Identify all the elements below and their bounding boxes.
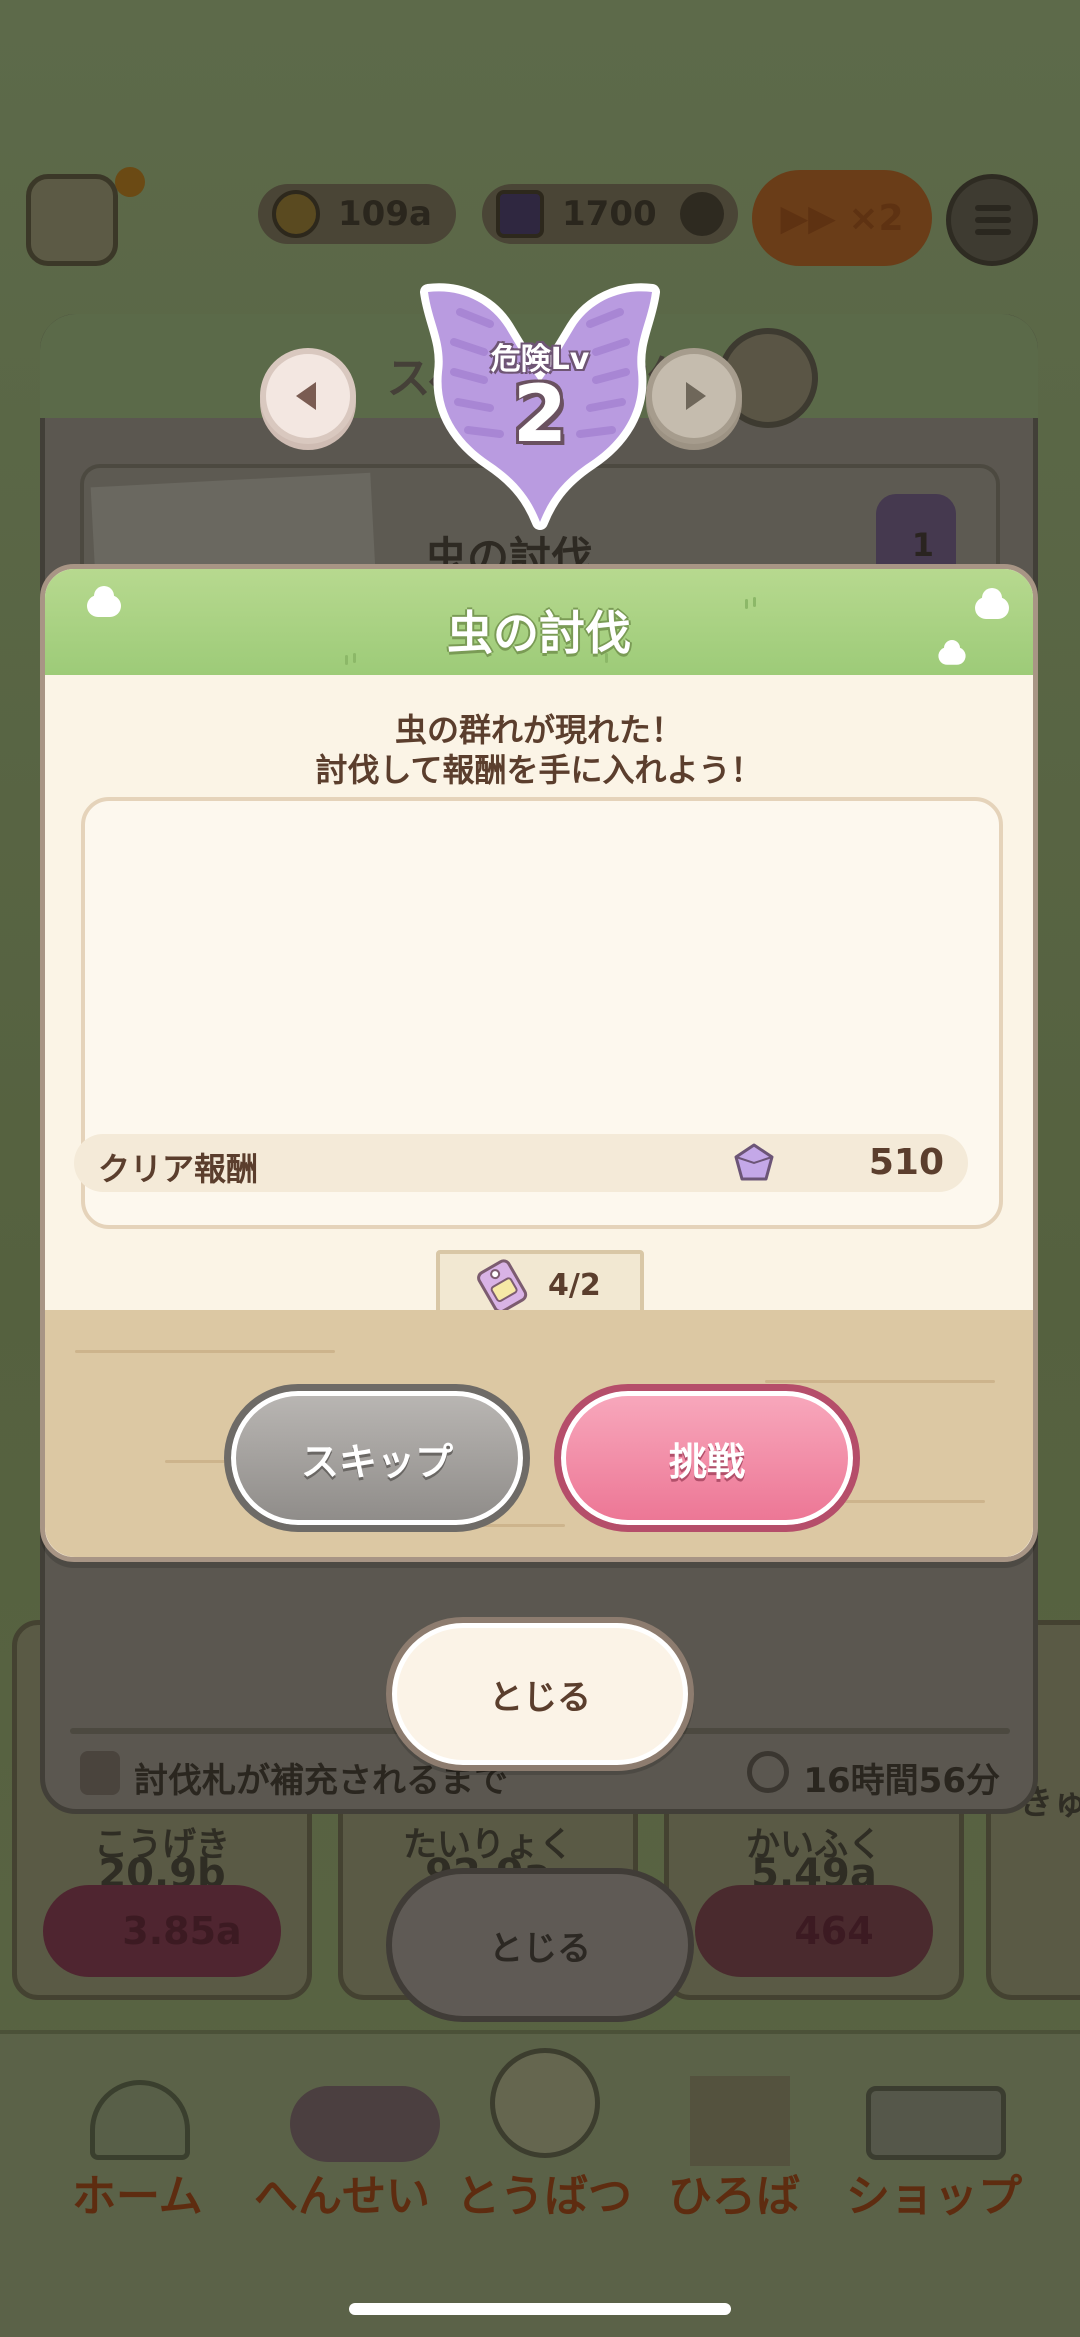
- gem-counter: 1700: [482, 184, 738, 244]
- profile-button[interactable]: [26, 167, 145, 266]
- card-level: 1: [911, 526, 934, 564]
- dialog-footer-wood: [45, 1310, 1033, 1557]
- nav-shop[interactable]: ショップ: [846, 2160, 1022, 2224]
- shop-icon: [866, 2086, 1006, 2160]
- info-icon[interactable]: [680, 192, 724, 236]
- upgrade-cost[interactable]: 3.85a: [43, 1885, 281, 1977]
- ticket-count: 4/2: [548, 1268, 601, 1303]
- signpost-icon: [690, 2076, 790, 2166]
- prev-level-button[interactable]: [260, 348, 356, 444]
- nav-hunt[interactable]: とうばつ: [456, 2160, 632, 2224]
- coin-value: 109a: [338, 194, 432, 234]
- chevron-left-icon: [296, 382, 316, 410]
- skip-button[interactable]: スキップ: [224, 1384, 530, 1532]
- danger-badge: 危険Lv 2: [420, 272, 660, 540]
- ticket-icon: [80, 1751, 120, 1795]
- next-level-button[interactable]: [646, 348, 742, 444]
- refill-timer: 16時間56分: [747, 1751, 1000, 1802]
- formation-icon: [290, 2086, 440, 2162]
- challenge-button[interactable]: 挑戦: [554, 1384, 860, 1532]
- gem-icon: [734, 1143, 774, 1181]
- upgrade-cost[interactable]: 464: [695, 1885, 933, 1977]
- nav-formation[interactable]: へんせい: [254, 2160, 430, 2224]
- ticket-icon: [477, 1259, 528, 1314]
- nav-home[interactable]: ホーム: [72, 2160, 203, 2224]
- chevron-right-icon: [686, 382, 706, 410]
- dialog-title: 虫の討伐: [447, 606, 631, 660]
- dialog-message-line2: 討伐して報酬を手に入れよう！: [315, 751, 763, 789]
- coin-counter: 109a: [258, 184, 456, 244]
- clear-reward-value: 510: [868, 1142, 944, 1183]
- gem-value: 1700: [562, 194, 657, 234]
- speed-button[interactable]: ▶▶ ×2: [752, 170, 932, 266]
- danger-level-value: 2: [512, 370, 568, 460]
- close-button[interactable]: とじる: [386, 1617, 694, 1771]
- refill-time-text: 16時間56分: [803, 1761, 1000, 1801]
- nav-plaza[interactable]: ひろば: [668, 2160, 800, 2224]
- gem-icon: [496, 190, 544, 238]
- ticket-count-tag: 4/2: [436, 1250, 644, 1318]
- dialog-header: 虫の討伐: [45, 569, 1033, 675]
- clear-reward-row: クリア報酬 510: [74, 1134, 968, 1192]
- coin-icon: [272, 190, 320, 238]
- clear-reward-label: クリア報酬: [98, 1150, 259, 1188]
- home-indicator: [349, 2303, 731, 2315]
- hunt-character-icon: [490, 2048, 600, 2158]
- menu-button[interactable]: [946, 174, 1038, 266]
- notification-dot: [115, 167, 145, 197]
- outer-close-button[interactable]: とじる: [386, 1868, 694, 2022]
